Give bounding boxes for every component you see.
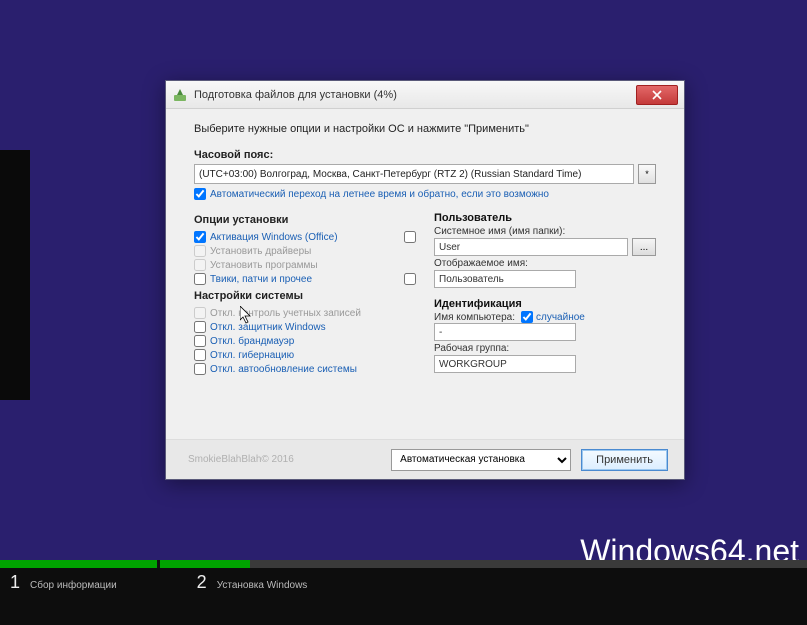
dialog-title: Подготовка файлов для установки (4%) xyxy=(194,89,636,101)
dialog-body: Выберите нужные опции и настройки ОС и н… xyxy=(166,109,684,439)
sys-uac-checkbox xyxy=(194,307,206,319)
close-button[interactable] xyxy=(636,85,678,105)
apply-button[interactable]: Применить xyxy=(581,449,668,471)
compname-label: Имя компьютера: xyxy=(434,312,515,323)
step-2: 2 Установка Windows xyxy=(197,572,308,593)
opt-programs-label: Установить программы xyxy=(210,260,318,271)
random-checkbox-row[interactable]: случайное xyxy=(521,311,585,323)
sys-autoupdate-label: Откл. автообновление системы xyxy=(210,364,357,375)
opt-activate-label: Активация Windows (Office) xyxy=(210,232,338,243)
sys-hiber[interactable]: Откл. гибернацию xyxy=(194,348,416,362)
close-icon xyxy=(652,90,662,100)
dst-label: Автоматический переход на летнее время и… xyxy=(210,189,549,200)
sys-firewall-checkbox[interactable] xyxy=(194,335,206,347)
sys-firewall-label: Откл. брандмауэр xyxy=(210,336,294,347)
setup-dialog: Подготовка файлов для установки (4%) Выб… xyxy=(165,80,685,480)
opt-tweaks[interactable]: Твики, патчи и прочее xyxy=(194,272,416,286)
opt-tweaks-trail[interactable] xyxy=(404,273,416,285)
dialog-footer: SmokieBlahBlah© 2016 Автоматическая уста… xyxy=(166,439,684,479)
step-2-label: Установка Windows xyxy=(217,580,308,591)
step-1-num: 1 xyxy=(10,572,20,593)
dst-checkbox-row[interactable]: Автоматический переход на летнее время и… xyxy=(194,188,656,200)
random-checkbox[interactable] xyxy=(521,311,533,323)
sys-autoupdate[interactable]: Откл. автообновление системы xyxy=(194,362,416,376)
opt-programs: Установить программы xyxy=(194,258,416,272)
desktop-background: Подготовка файлов для установки (4%) Выб… xyxy=(0,0,807,625)
compname-input[interactable] xyxy=(434,323,576,341)
sysname-input[interactable] xyxy=(434,238,628,256)
sys-uac: Откл. контроль учетных записей xyxy=(194,306,416,320)
workgroup-label: Рабочая группа: xyxy=(434,343,656,354)
sysname-browse[interactable]: ... xyxy=(632,238,656,256)
sys-defender-label: Откл. защитник Windows xyxy=(210,322,326,333)
sys-defender[interactable]: Откл. защитник Windows xyxy=(194,320,416,334)
copyright: SmokieBlahBlah© 2016 xyxy=(188,454,294,465)
timezone-select[interactable] xyxy=(194,164,634,184)
opt-activate-trail[interactable] xyxy=(404,231,416,243)
step-1-label: Сбор информации xyxy=(30,580,117,591)
setup-icon xyxy=(172,87,188,103)
opt-activate-checkbox[interactable] xyxy=(194,231,206,243)
opt-drivers: Установить драйверы xyxy=(194,244,416,258)
step-2-num: 2 xyxy=(197,572,207,593)
system-settings-title: Настройки системы xyxy=(194,290,416,302)
ident-title: Идентификация xyxy=(434,298,656,310)
user-title: Пользователь xyxy=(434,212,656,224)
timezone-label: Часовой пояс: xyxy=(194,149,656,161)
random-label: случайное xyxy=(536,312,585,323)
install-progress-bar xyxy=(0,560,807,568)
dispname-input[interactable] xyxy=(434,270,576,288)
dst-checkbox[interactable] xyxy=(194,188,206,200)
dispname-label: Отображаемое имя: xyxy=(434,258,656,269)
taskbar xyxy=(0,610,807,625)
sys-hiber-checkbox[interactable] xyxy=(194,349,206,361)
install-progress-area: 1 Сбор информации 2 Установка Windows xyxy=(0,560,807,610)
titlebar: Подготовка файлов для установки (4%) xyxy=(166,81,684,109)
sys-defender-checkbox[interactable] xyxy=(194,321,206,333)
opt-drivers-checkbox xyxy=(194,245,206,257)
sys-uac-label: Откл. контроль учетных записей xyxy=(210,308,361,319)
install-mode-select[interactable]: Автоматическая установка xyxy=(391,449,571,471)
opt-activate[interactable]: Активация Windows (Office) xyxy=(194,230,416,244)
sys-hiber-label: Откл. гибернацию xyxy=(210,350,294,361)
opt-programs-checkbox xyxy=(194,259,206,271)
opt-tweaks-checkbox[interactable] xyxy=(194,273,206,285)
step-1: 1 Сбор информации xyxy=(10,572,117,593)
timezone-dropdown-button[interactable]: * xyxy=(638,164,656,184)
sys-autoupdate-checkbox[interactable] xyxy=(194,363,206,375)
instruction-text: Выберите нужные опции и настройки ОС и н… xyxy=(194,123,656,135)
sysname-label: Системное имя (имя папки): xyxy=(434,226,656,237)
opt-drivers-label: Установить драйверы xyxy=(210,246,311,257)
workgroup-input[interactable] xyxy=(434,355,576,373)
sys-firewall[interactable]: Откл. брандмауэр xyxy=(194,334,416,348)
opt-tweaks-label: Твики, патчи и прочее xyxy=(210,274,312,285)
install-options-title: Опции установки xyxy=(194,214,416,226)
left-dark-strip xyxy=(0,150,30,400)
